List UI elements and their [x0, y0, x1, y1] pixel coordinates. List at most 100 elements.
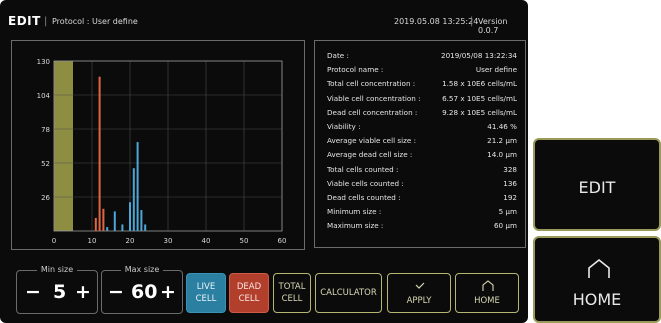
histogram-bar — [121, 224, 124, 231]
version-label: Version 0.0.7 — [478, 17, 508, 35]
y-tick-label: 130 — [37, 58, 50, 66]
histogram-bar — [98, 76, 101, 231]
side-home-label: HOME — [572, 290, 622, 309]
histogram-bar — [129, 202, 131, 231]
info-value: 2019/05/08 13:22:34 — [441, 51, 517, 60]
max-size-increase-button[interactable]: + — [160, 281, 176, 303]
info-key: Dead cell concentration : — [327, 107, 418, 117]
info-key: Average viable cell size : — [327, 136, 417, 146]
side-home-button[interactable]: HOME — [533, 236, 661, 323]
info-key: Total cells counted : — [327, 164, 399, 174]
info-key: Viable cells counted : — [327, 178, 404, 188]
info-key: Protocol name : — [327, 65, 384, 75]
dead-cell-button[interactable]: DEAD CELL — [229, 273, 269, 313]
histogram-bar — [106, 227, 109, 231]
info-value: 9.28 x 10E5 cells/mL — [442, 107, 517, 117]
x-tick-label: 20 — [126, 237, 135, 245]
home-icon — [588, 258, 610, 278]
info-row: Dead cells counted : 192 — [327, 193, 517, 207]
info-value: 192 — [503, 193, 517, 202]
info-value: 60 μm — [493, 221, 517, 231]
max-size-stepper: Max size − 60 + — [101, 265, 183, 314]
home-button[interactable]: HOME — [455, 273, 519, 313]
info-value: 328 — [503, 164, 517, 174]
min-size-value: 5 — [53, 281, 67, 303]
info-value: User define — [475, 65, 517, 75]
min-size-stepper: Min size − 5 + — [16, 265, 98, 314]
info-row: Minimum size : 5 μm — [327, 207, 517, 221]
size-range-band — [54, 61, 73, 231]
info-row: Viability : 41.46 % — [327, 122, 517, 136]
histogram-bar — [140, 210, 143, 231]
info-key: Maximum size : — [327, 221, 384, 231]
apply-button[interactable]: APPLY — [387, 273, 451, 313]
y-tick-label: 26 — [41, 194, 50, 202]
max-size-decrease-button[interactable]: − — [108, 281, 124, 303]
dead-cell-label-1: DEAD — [236, 282, 262, 292]
info-key: Date : — [327, 51, 349, 60]
info-row: Average dead cell size : 14.0 μm — [327, 150, 517, 164]
histogram-bar — [113, 211, 116, 231]
max-size-label: Max size — [120, 265, 164, 274]
protocol-label: Protocol : User define — [52, 17, 138, 26]
live-cell-button[interactable]: LIVE CELL — [186, 273, 226, 313]
histogram-bar — [102, 208, 105, 231]
info-value: 21.2 μm — [487, 136, 517, 146]
info-row: Average viable cell size : 21.2 μm — [327, 136, 517, 150]
header-divider: | — [470, 16, 474, 27]
y-tick-label: 78 — [41, 126, 50, 134]
calculator-label: CALCULATOR — [320, 288, 377, 298]
y-tick-label: 52 — [41, 160, 50, 168]
min-size-increase-button[interactable]: + — [75, 281, 91, 303]
home-label: HOME — [474, 296, 500, 306]
mode-title: EDIT — [8, 14, 41, 28]
info-row: Viable cells counted : 136 — [327, 179, 517, 193]
histogram-bar — [132, 168, 135, 231]
live-cell-label-2: CELL — [195, 294, 217, 304]
info-value: 5 μm — [498, 207, 517, 217]
header-divider: | — [44, 16, 48, 27]
home-icon — [482, 280, 494, 291]
info-key: Viable cell concentration : — [327, 93, 421, 103]
histogram-bar — [136, 142, 139, 231]
x-tick-label: 50 — [240, 237, 249, 245]
apply-label: APPLY — [406, 296, 432, 306]
side-edit-button[interactable]: EDIT — [533, 138, 661, 231]
info-row: Date : 2019/05/08 13:22:34 — [327, 51, 517, 65]
info-key: Minimum size : — [327, 207, 382, 217]
info-row: Viable cell concentration : 6.57 x 10E5 c… — [327, 94, 517, 108]
info-row: Maximum size : 60 μm — [327, 221, 517, 235]
dead-cell-label-2: CELL — [238, 294, 260, 304]
info-value: 14.0 μm — [487, 150, 517, 160]
info-row: Total cells counted : 328 — [327, 165, 517, 179]
header-bar: EDIT | Protocol : User define 2019.05.08… — [8, 14, 522, 35]
result-info-panel: Date : 2019/05/08 13:22:34 Protocol name :… — [314, 40, 526, 248]
info-row: Total cell concentration : 1.58 x 10E6 ce… — [327, 79, 517, 93]
y-tick-label: 104 — [37, 92, 51, 100]
info-value: 1.58 x 10E6 cells/mL — [442, 79, 517, 89]
header-datetime: 2019.05.08 13:25:24 — [394, 17, 479, 26]
total-cell-label-1: TOTAL — [278, 282, 306, 292]
info-value: 6.57 x 10E5 cells/mL — [442, 93, 517, 103]
total-cell-label-2: CELL — [281, 294, 303, 304]
info-row: Dead cell concentration : 9.28 x 10E5 cel… — [327, 108, 517, 122]
size-histogram-panel: 0 10 20 30 40 50 60 130 104 78 52 26 — [11, 40, 305, 250]
info-value: 136 — [503, 178, 517, 188]
calculator-button[interactable]: CALCULATOR — [315, 273, 382, 313]
live-cell-label-1: LIVE — [196, 282, 216, 292]
histogram-bar — [94, 217, 97, 231]
info-row: Protocol name : User define — [327, 65, 517, 79]
total-cell-button[interactable]: TOTAL CELL — [273, 273, 311, 313]
x-tick-label: 10 — [88, 237, 97, 245]
x-tick-label: 30 — [164, 237, 173, 245]
max-size-value: 60 — [131, 281, 158, 303]
info-key: Dead cells counted : — [327, 193, 401, 202]
device-screen: EDIT | Protocol : User define 2019.05.08… — [0, 0, 528, 323]
x-tick-label: 40 — [202, 237, 211, 245]
x-tick-label: 60 — [278, 237, 287, 245]
histogram-bar — [144, 224, 147, 231]
side-edit-label: EDIT — [578, 178, 616, 197]
x-tick-label: 0 — [52, 237, 56, 245]
min-size-decrease-button[interactable]: − — [25, 281, 41, 303]
min-size-label: Min size — [36, 265, 78, 274]
